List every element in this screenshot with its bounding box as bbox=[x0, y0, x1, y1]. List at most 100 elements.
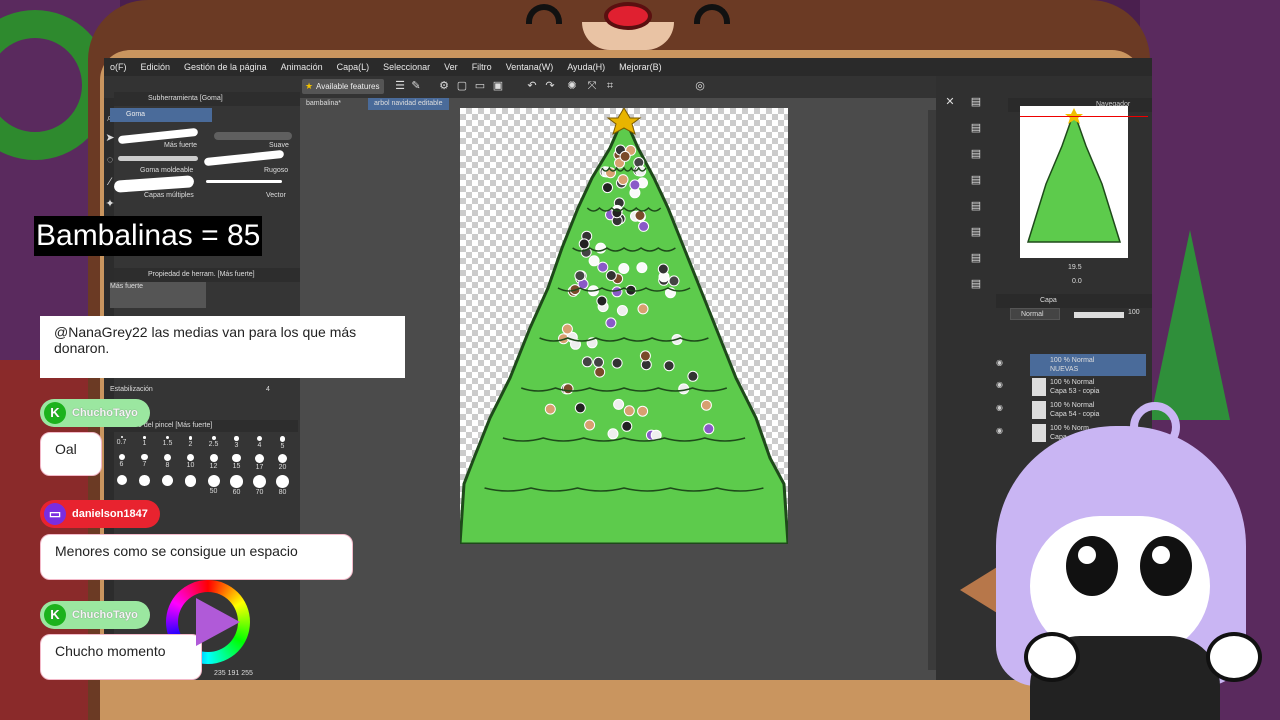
brush-size-dot bbox=[253, 475, 266, 488]
brush-size-option[interactable]: 17 bbox=[248, 453, 271, 472]
brush-size-option[interactable]: 1.5 bbox=[156, 436, 179, 450]
transform-icon[interactable]: ⤧ bbox=[586, 80, 598, 92]
menu-filter[interactable]: Filtro bbox=[472, 62, 492, 72]
panel-icon[interactable]: ▤ bbox=[970, 278, 982, 290]
available-features-button[interactable]: ★ Available features bbox=[302, 79, 384, 94]
panel-icon[interactable]: ▤ bbox=[970, 122, 982, 134]
lasso-icon[interactable]: ◌ bbox=[104, 154, 116, 166]
brush-size-label: 70 bbox=[255, 489, 264, 496]
brush-size-option[interactable]: 2.5 bbox=[202, 436, 225, 450]
menu-layer[interactable]: Capa(L) bbox=[337, 62, 370, 72]
stabilization-label: Estabilización bbox=[110, 386, 153, 393]
blend-mode-select[interactable]: Normal bbox=[1010, 308, 1060, 320]
menu-view[interactable]: Ver bbox=[444, 62, 458, 72]
opacity-value: 100 bbox=[1128, 309, 1140, 316]
undo-icon[interactable]: ↶ bbox=[526, 80, 538, 92]
canvas-scrollbar[interactable] bbox=[928, 110, 936, 670]
close-icon[interactable]: ✕ bbox=[944, 96, 956, 108]
menu-window[interactable]: Ventana(W) bbox=[506, 62, 554, 72]
settings-icon[interactable]: ⚙ bbox=[438, 80, 450, 92]
zoom-value[interactable]: 19.5 bbox=[1068, 264, 1082, 271]
open-folder-icon[interactable]: ▭ bbox=[474, 80, 486, 92]
brush-size-option[interactable]: 60 bbox=[225, 475, 248, 496]
christmas-tree-decoration bbox=[1150, 230, 1230, 420]
eye-icon[interactable]: ◉ bbox=[996, 358, 1006, 368]
ornament-ball bbox=[668, 275, 680, 287]
brush-size-option[interactable]: 70 bbox=[248, 475, 271, 496]
menu-icon[interactable]: ☰ bbox=[394, 80, 406, 92]
brush-size-option[interactable]: 1 bbox=[133, 436, 156, 450]
brush-size-option[interactable]: 80 bbox=[271, 475, 294, 496]
subtool-tab-eraser[interactable]: Goma bbox=[110, 108, 212, 122]
brush-item-rough[interactable]: Rugoso bbox=[264, 167, 288, 174]
brush-size-option[interactable]: 12 bbox=[202, 453, 225, 472]
save-icon[interactable]: ▣ bbox=[492, 80, 504, 92]
tab-bambalina[interactable]: bambalina* bbox=[300, 98, 347, 110]
brush-size-option[interactable]: 7 bbox=[133, 453, 156, 472]
brush-size-option[interactable]: 15 bbox=[225, 453, 248, 472]
crop-icon[interactable]: ⌗ bbox=[604, 80, 616, 92]
ornament-ball bbox=[639, 350, 651, 362]
brush-size-option[interactable]: 0.7 bbox=[110, 436, 133, 450]
brush-size-label: 1.5 bbox=[162, 440, 173, 447]
brush-size-option[interactable]: 8 bbox=[156, 453, 179, 472]
menu-help[interactable]: Ayuda(H) bbox=[567, 62, 605, 72]
drawing-canvas[interactable] bbox=[458, 107, 790, 546]
help-icon[interactable]: ◎ bbox=[694, 80, 706, 92]
subtool-panel-header: Subherramienta [Goma] bbox=[114, 92, 300, 106]
brush-size-option[interactable]: 4 bbox=[248, 436, 271, 450]
brush-size-dot bbox=[141, 453, 148, 460]
brush-size-option[interactable]: 10 bbox=[179, 453, 202, 472]
brush-item-soft[interactable]: Suave bbox=[269, 142, 289, 149]
ornament-ball bbox=[637, 303, 649, 315]
panel-icon[interactable]: ▤ bbox=[970, 252, 982, 264]
brush-size-option[interactable]: 6 bbox=[110, 453, 133, 472]
color-triangle[interactable] bbox=[196, 598, 240, 646]
loading-icon[interactable]: ✺ bbox=[566, 80, 578, 92]
stream-overlay: o(F) Edición Gestión de la página Animac… bbox=[0, 0, 1280, 720]
sparkle-icon[interactable]: ✦ bbox=[104, 198, 116, 210]
brush-size-option[interactable] bbox=[110, 475, 133, 496]
brush-size-dot bbox=[234, 436, 239, 441]
brush-size-option[interactable]: 5 bbox=[271, 436, 294, 450]
brush-item-stronger[interactable]: Más fuerte bbox=[164, 142, 197, 149]
menu-file[interactable]: o(F) bbox=[110, 62, 127, 72]
brush-size-option[interactable]: 20 bbox=[271, 453, 294, 471]
rotation-value[interactable]: 0.0 bbox=[1072, 278, 1082, 285]
brush-size-label: 60 bbox=[232, 488, 241, 496]
cursor-icon[interactable]: ➤ bbox=[104, 132, 116, 144]
stabilization-value: 4 bbox=[266, 386, 270, 393]
panel-icon[interactable]: ▤ bbox=[970, 226, 982, 238]
brush-item-vector[interactable]: Vector bbox=[266, 192, 286, 199]
brush-size-dot bbox=[230, 475, 243, 488]
menu-edit[interactable]: Edición bbox=[141, 62, 171, 72]
brush-size-option[interactable] bbox=[156, 475, 179, 496]
ornament-ball bbox=[596, 295, 608, 307]
panel-icon[interactable]: ▤ bbox=[970, 174, 982, 186]
panel-icon[interactable]: ▤ bbox=[970, 148, 982, 160]
brush-item-multilayer[interactable]: Capas múltiples bbox=[144, 192, 194, 199]
navigator-thumbnail[interactable] bbox=[1020, 106, 1128, 258]
brush-size-option[interactable] bbox=[133, 475, 156, 496]
opacity-slider[interactable] bbox=[1074, 312, 1124, 318]
brush-size-option[interactable] bbox=[179, 475, 202, 496]
brush-size-option[interactable]: 2 bbox=[179, 436, 202, 450]
eye-icon[interactable]: ◉ bbox=[996, 380, 1006, 390]
menu-page[interactable]: Gestión de la página bbox=[184, 62, 267, 72]
menu-improve[interactable]: Mejorar(B) bbox=[619, 62, 662, 72]
redo-icon[interactable]: ↷ bbox=[544, 80, 556, 92]
panel-icon[interactable]: ▤ bbox=[970, 96, 982, 108]
menu-select[interactable]: Seleccionar bbox=[383, 62, 430, 72]
layer-item[interactable]: 100 % Normal Capa 53 - copia bbox=[1030, 376, 1146, 398]
menu-animation[interactable]: Animación bbox=[281, 62, 323, 72]
stabilization-row[interactable]: Estabilización 4 bbox=[110, 386, 300, 398]
panel-icon[interactable]: ▤ bbox=[970, 200, 982, 212]
tab-arbol-navidad[interactable]: arbol navidad editable bbox=[368, 98, 449, 110]
pencil-icon[interactable]: ✎ bbox=[410, 80, 422, 92]
layer-name: Capa 53 - copia bbox=[1050, 388, 1100, 395]
new-file-icon[interactable]: ▢ bbox=[456, 80, 468, 92]
brush-size-option[interactable]: 3 bbox=[225, 436, 248, 450]
brush-size-option[interactable]: 50 bbox=[202, 475, 225, 496]
layer-item[interactable]: 100 % Normal NUEVAS bbox=[1030, 354, 1146, 376]
brush-item-moldable[interactable]: Goma moldeable bbox=[140, 167, 193, 174]
